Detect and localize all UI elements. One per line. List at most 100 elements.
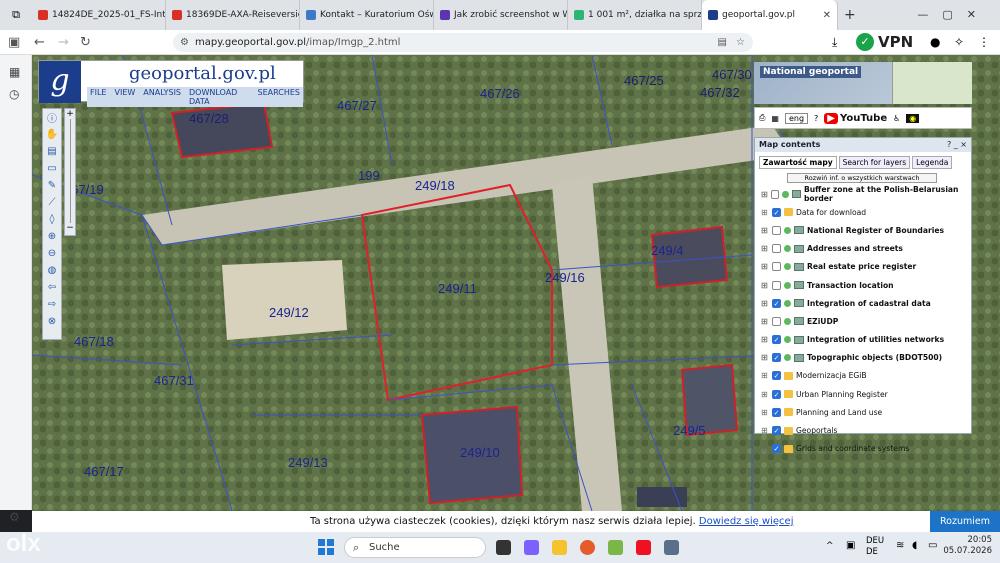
reader-icon[interactable]: ▤ [718, 37, 727, 48]
clock[interactable]: 20:05 05.07.2026 [943, 535, 992, 557]
layer-checkbox[interactable]: ✓ [772, 444, 781, 454]
battery-icon[interactable]: ▭ [928, 540, 937, 551]
layer-row[interactable]: ⊞ ✓ Planning and Land use [755, 403, 971, 421]
tab-actions-icon[interactable]: ⧉ [0, 0, 32, 30]
settings-icon[interactable]: ⚙ [9, 510, 20, 524]
expand-icon[interactable]: ⊞ [761, 444, 769, 453]
extensions-icon[interactable]: ✧ [954, 35, 964, 49]
layer-row[interactable]: ⊞ Transaction location [755, 276, 971, 294]
layer-checkbox[interactable]: ✓ [772, 426, 781, 436]
security-app-icon[interactable] [636, 540, 651, 555]
layer-row[interactable]: ⊞ ✓ Geoportals [755, 421, 971, 439]
sidebar-toggle-icon[interactable]: ▣ [8, 35, 20, 50]
firefox-icon[interactable] [580, 540, 595, 555]
layer-row[interactable]: ⊞ ✓ Urban Planning Register [755, 385, 971, 403]
new-tab-button[interactable]: + [844, 7, 856, 23]
layer-checkbox[interactable] [772, 280, 781, 290]
tab-close-icon[interactable]: ✕ [823, 10, 831, 21]
download-icon[interactable]: ⤓ [832, 35, 837, 50]
expand-icon[interactable]: ⊞ [761, 262, 769, 271]
back-icon[interactable]: ← [34, 35, 45, 50]
bookmark-star-icon[interactable]: ☆ [736, 37, 745, 48]
help-icon[interactable]: ? [814, 114, 818, 123]
info-tool-icon[interactable]: ⓘ [43, 109, 61, 126]
start-icon[interactable] [318, 539, 334, 555]
print-icon[interactable]: ⎙ [759, 113, 765, 123]
layer-checkbox[interactable]: ✓ [772, 335, 781, 345]
cookie-learn-more-link[interactable]: Dowiedz się więcej [699, 516, 794, 527]
wifi-icon[interactable]: ≋ [896, 540, 904, 551]
expand-icon[interactable]: ⊞ [761, 371, 769, 380]
accessibility-icon[interactable]: ♿ [893, 114, 900, 123]
browser-tab[interactable]: geoportal.gov.pl ✕ [702, 0, 838, 30]
layers-tool-icon[interactable]: ▤ [43, 143, 61, 160]
layer-checkbox[interactable]: ✓ [772, 389, 781, 399]
layer-checkbox[interactable]: ✓ [772, 353, 781, 363]
taskbar-search[interactable]: ⌕ Suche [344, 537, 486, 558]
rtm-tool-icon[interactable]: ◊ [43, 211, 61, 228]
zoom-in-tool-icon[interactable]: ⊕ [43, 228, 61, 245]
layer-row[interactable]: ⊞ ✓ Topographic objects (BDOT500) [755, 349, 971, 367]
layer-row[interactable]: ⊞ ✓ Integration of utilities networks [755, 331, 971, 349]
forward-icon[interactable]: → [58, 35, 69, 50]
expand-icon[interactable]: ⊞ [761, 426, 769, 435]
zoom-out-tool-icon[interactable]: ⊖ [43, 245, 61, 262]
browser-tab[interactable]: 1 001 m², działka na sprzedaż✕ [568, 0, 702, 30]
layer-row[interactable]: ⊞ Buffer zone at the Polish-Belarusian bo… [755, 185, 971, 203]
tray-app-icon[interactable]: ▣ [846, 540, 855, 551]
volume-icon[interactable]: ◖ [912, 540, 917, 551]
teams-icon[interactable] [524, 540, 539, 555]
measure-tool-icon[interactable]: ⟋ [43, 194, 61, 211]
url-field[interactable]: ⚙ mapy.geoportal.gov.pl/imap/Imgp_2.html… [173, 33, 753, 52]
expand-icon[interactable]: ⊞ [761, 390, 769, 399]
app-icon[interactable] [608, 540, 623, 555]
menu-item-analysis[interactable]: ANALYSIS [143, 88, 181, 106]
browser-tab[interactable]: 14824DE_2025-01_FS-Intertours✕ [32, 0, 166, 30]
zoom-in-button[interactable]: + [65, 109, 75, 119]
layer-row[interactable]: ⊞ ✓ Integration of cadastral data [755, 294, 971, 312]
browser-tab[interactable]: Jak zrobić screenshot w Win✕ [434, 0, 568, 30]
task-view-icon[interactable] [496, 540, 511, 555]
layer-checkbox[interactable]: ✓ [772, 207, 781, 217]
history-icon[interactable]: ◷ [9, 87, 19, 101]
expand-icon[interactable]: ⊞ [761, 281, 769, 290]
profile-icon[interactable]: ● [930, 35, 940, 49]
select-tool-icon[interactable]: ▭ [43, 160, 61, 177]
grid-icon[interactable]: ▦ [771, 114, 779, 123]
browser-tab[interactable]: Kontakt – Kuratorium Oświaty✕ [300, 0, 434, 30]
tray-chevron-icon[interactable]: ^ [826, 541, 834, 551]
menu-item-download-data[interactable]: DOWNLOAD DATA [189, 88, 249, 106]
layer-checkbox[interactable] [772, 225, 781, 235]
menu-icon[interactable]: ⋮ [978, 35, 990, 49]
expand-icon[interactable]: ⊞ [761, 353, 769, 362]
vpn-check-icon[interactable]: ✓ [856, 33, 874, 51]
layer-checkbox[interactable] [772, 262, 781, 272]
expand-info-button[interactable]: Rozwiń inf. o wszystkich warstwach [787, 173, 937, 183]
prev-view-icon[interactable]: ⇦ [43, 279, 61, 296]
site-info-icon[interactable]: ⚙ [180, 37, 189, 48]
expand-icon[interactable]: ⊞ [761, 190, 768, 199]
panel-tab[interactable]: Search for layers [838, 156, 911, 169]
collections-icon[interactable]: ▦ [9, 65, 20, 79]
next-view-icon[interactable]: ⇨ [43, 296, 61, 313]
expand-icon[interactable]: ⊞ [761, 208, 769, 217]
layer-checkbox[interactable]: ✓ [772, 371, 781, 381]
youtube-link[interactable]: ▶ YouTube [824, 112, 887, 124]
expand-icon[interactable]: ⊞ [761, 317, 769, 326]
layer-row[interactable]: ⊞ Real estate price register [755, 258, 971, 276]
panel-tab[interactable]: Legenda [912, 156, 953, 169]
expand-icon[interactable]: ⊞ [761, 408, 769, 417]
calculator-icon[interactable] [664, 540, 679, 555]
layer-row[interactable]: ⊞ ✓ Grids and coordinate systems [755, 440, 971, 458]
layer-row[interactable]: ⊞ Addresses and streets [755, 240, 971, 258]
panel-controls[interactable]: ? _ × [947, 140, 967, 150]
menu-item-file[interactable]: FILE [90, 88, 106, 106]
layer-checkbox[interactable] [772, 316, 781, 326]
layer-checkbox[interactable] [772, 244, 781, 254]
layer-row[interactable]: ⊞ National Register of Boundaries [755, 221, 971, 239]
full-extent-icon[interactable]: ⊗ [43, 313, 61, 330]
pan-hand-icon[interactable]: ✋ [43, 126, 61, 143]
panel-tab[interactable]: Zawartość mapy [759, 156, 837, 169]
input-language[interactable]: DEU DE [866, 536, 884, 558]
language-select[interactable]: eng [784, 112, 809, 124]
